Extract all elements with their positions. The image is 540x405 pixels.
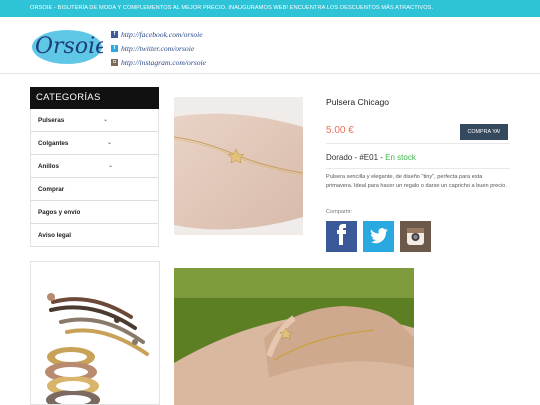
chevron-down-icon: ⌄ xyxy=(108,163,114,169)
facebook-icon: f xyxy=(111,30,118,38)
share-instagram-button[interactable] xyxy=(400,221,431,252)
sidebar-item-pagos-envio[interactable]: Pagos y envío xyxy=(30,201,159,224)
facebook-link[interactable]: f http://facebook.com/orsoie xyxy=(111,27,206,41)
share-label: Compartir: xyxy=(326,209,353,215)
product-detail: Pulsera Chicago 5.00 € COMPRA YA! Dorado… xyxy=(326,97,510,252)
sidebar-item-comprar[interactable]: Comprar xyxy=(30,178,159,201)
sidebar-item-label: Aviso legal xyxy=(38,232,72,239)
price-row: 5.00 € COMPRA YA! xyxy=(326,120,510,144)
social-links: f http://facebook.com/orsoie t http://tw… xyxy=(111,27,206,69)
twitter-icon: t xyxy=(111,44,118,52)
sidebar-item-label: Pulseras xyxy=(38,117,65,124)
site-header: Orsoie f http://facebook.com/orsoie t ht… xyxy=(0,17,540,74)
orsoie-logo[interactable]: Orsoie xyxy=(31,27,108,65)
announcement-text: ORSOIE - BISUTERÍA DE MODA Y COMPLEMENTO… xyxy=(30,5,434,11)
twitter-link[interactable]: t http://twitter.com/orsoie xyxy=(111,41,206,55)
instagram-link[interactable]: ◘ http://instagram.com/orsoie xyxy=(111,55,206,69)
product-variant: Dorado - #E01 - En stock xyxy=(326,153,510,162)
share-buttons xyxy=(326,221,510,252)
product-wrist-image[interactable] xyxy=(174,268,414,405)
stock-status: En stock xyxy=(385,153,416,162)
chevron-down-icon: ⌄ xyxy=(103,117,109,123)
bracelets-promo-image[interactable] xyxy=(30,261,160,405)
facebook-link-text[interactable]: http://facebook.com/orsoie xyxy=(121,30,203,39)
sidebar-item-colgantes[interactable]: Colgantes ⌄ xyxy=(30,132,159,155)
product-main-image[interactable] xyxy=(174,97,303,235)
chevron-down-icon: ⌄ xyxy=(107,140,113,146)
instagram-link-text[interactable]: http://instagram.com/orsoie xyxy=(121,58,206,67)
twitter-icon xyxy=(370,228,388,244)
categories-sidebar: CATEGORÍAS Pulseras ⌄ Colgantes ⌄ Anillos ⌄… xyxy=(30,87,159,247)
sidebar-item-label: Colgantes xyxy=(38,140,69,147)
svg-text:Orsoie: Orsoie xyxy=(35,34,103,59)
sidebar-item-label: Pagos y envío xyxy=(38,209,81,216)
variant-text: Dorado - #E01 - xyxy=(326,153,386,162)
sidebar-item-label: Anillos xyxy=(38,163,59,170)
product-title: Pulsera Chicago xyxy=(326,97,390,107)
share-facebook-button[interactable] xyxy=(326,221,357,252)
instagram-icon xyxy=(407,228,424,245)
buy-now-button[interactable]: COMPRA YA! xyxy=(460,124,508,140)
share-twitter-button[interactable] xyxy=(363,221,394,252)
announcement-bar: ORSOIE - BISUTERÍA DE MODA Y COMPLEMENTO… xyxy=(0,0,540,17)
sidebar-item-anillos[interactable]: Anillos ⌄ xyxy=(30,155,159,178)
sidebar-item-label: Comprar xyxy=(38,186,65,193)
facebook-icon xyxy=(337,224,346,245)
product-price: 5.00 € xyxy=(326,125,354,136)
sidebar-item-pulseras[interactable]: Pulseras ⌄ xyxy=(30,109,159,132)
twitter-link-text[interactable]: http://twitter.com/orsoie xyxy=(121,44,194,53)
product-description: Pulsera sencilla y elegante, de diseño "… xyxy=(326,168,510,191)
sidebar-item-aviso-legal[interactable]: Aviso legal xyxy=(30,224,159,247)
categories-title: CATEGORÍAS xyxy=(30,87,159,109)
instagram-icon: ◘ xyxy=(111,58,118,66)
